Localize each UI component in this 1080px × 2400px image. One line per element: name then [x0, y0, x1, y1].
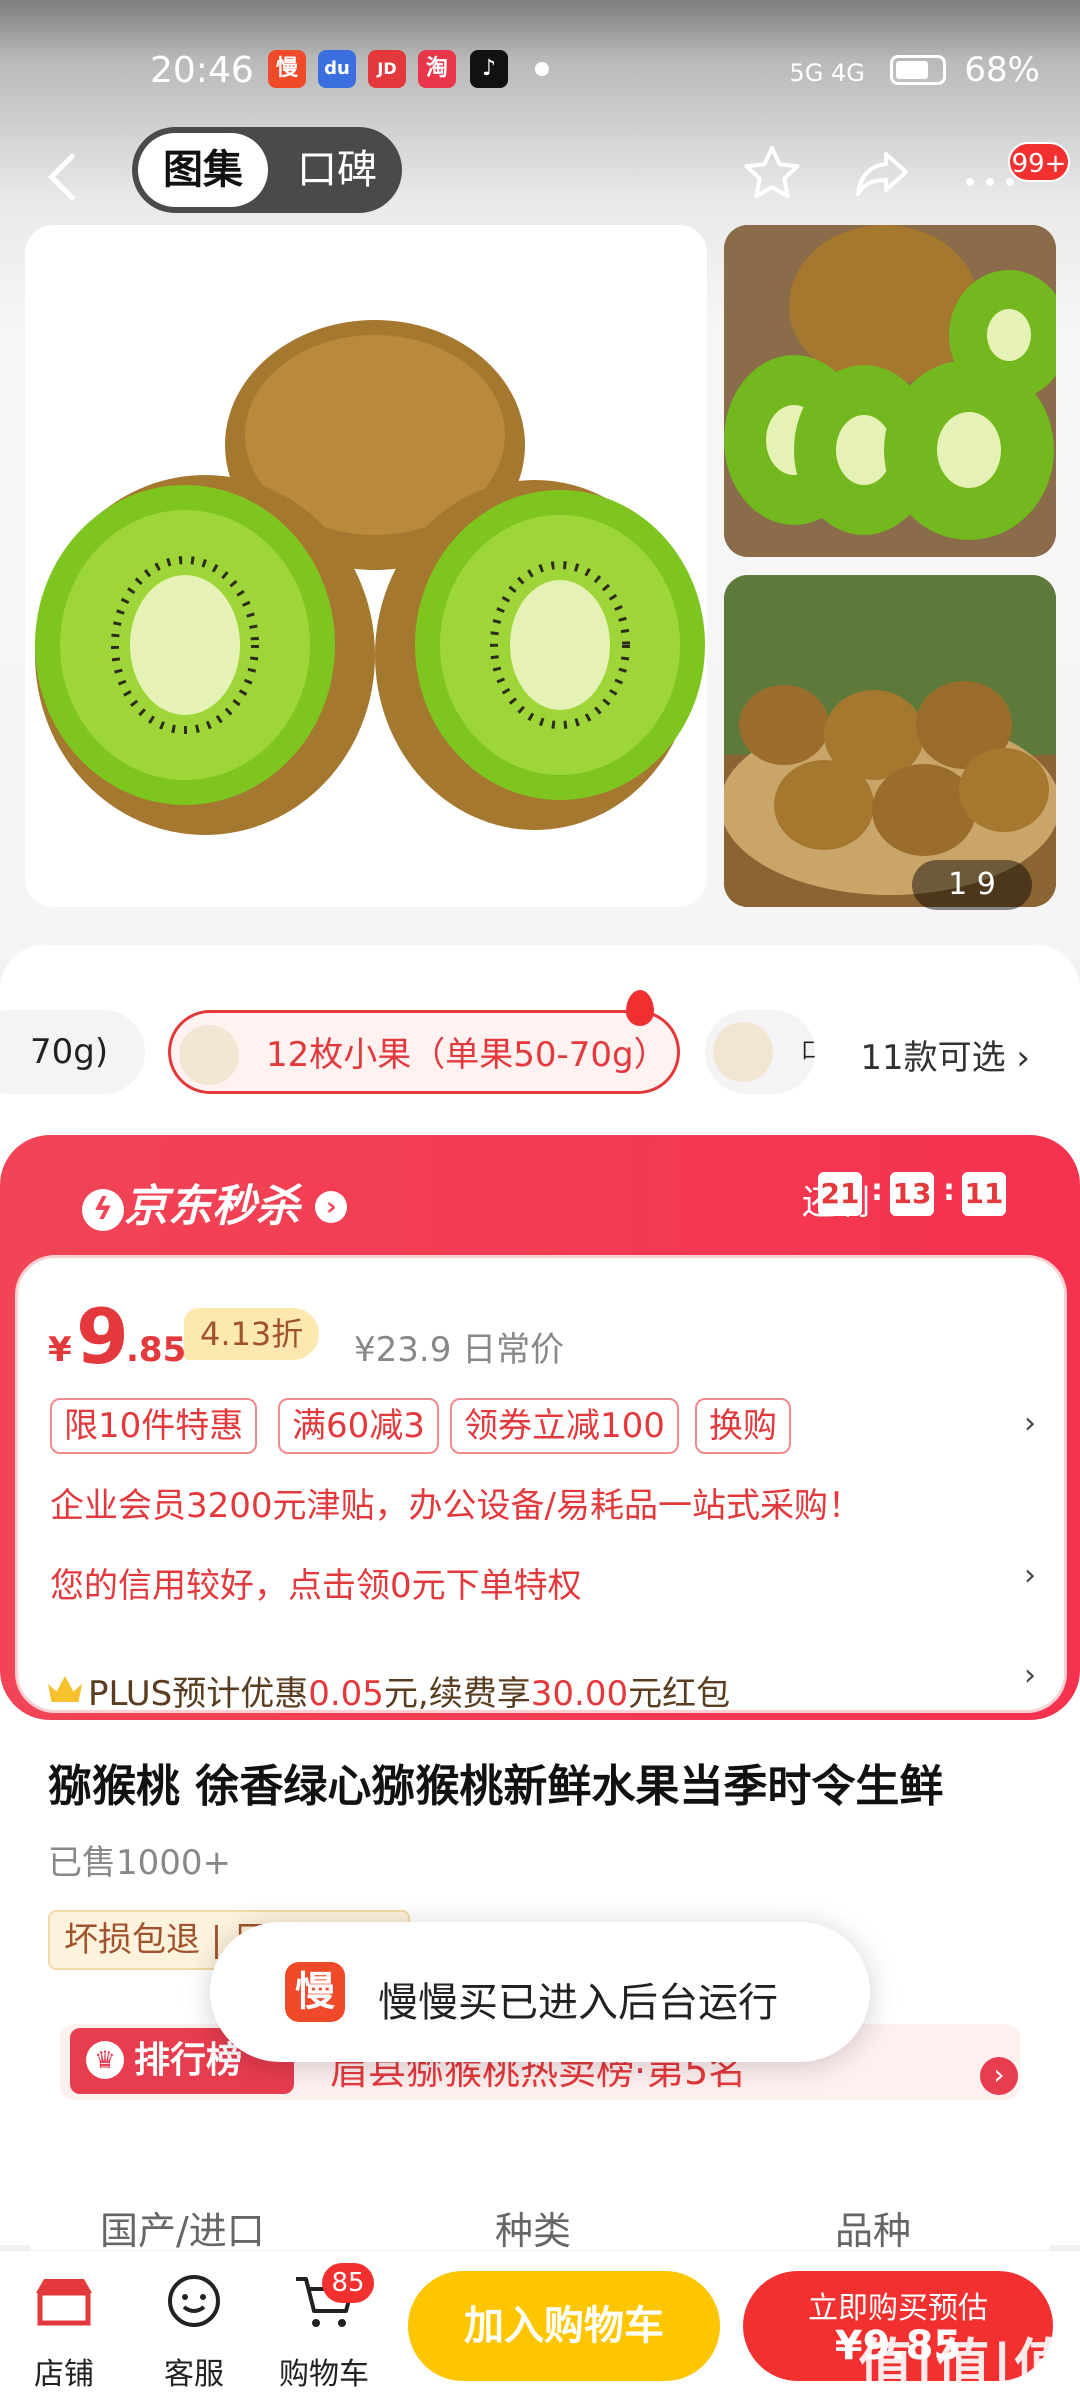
sold-count: 已售1000+ — [48, 1843, 232, 1883]
message-badge: 99+ — [1008, 142, 1070, 182]
variant-thumb-icon — [179, 1025, 239, 1085]
enterprise-promo[interactable]: 企业会员3200元津贴，办公设备/易耗品一站式采购！ — [50, 1478, 862, 1527]
countdown-seconds: 11 — [962, 1172, 1006, 1216]
chevron-right-circle-icon[interactable]: › — [980, 2057, 1018, 2095]
hot-fire-icon — [626, 990, 654, 1026]
add-to-cart-button[interactable]: 加入购物车 — [408, 2271, 720, 2381]
chevron-circle-icon: › — [315, 1191, 348, 1223]
discount-badge: 4.13折 — [184, 1308, 320, 1360]
credit-promo[interactable]: 您的信用较好，点击领0元下单特权 — [50, 1558, 582, 1607]
back-icon[interactable] — [47, 152, 97, 202]
chevron-right-icon[interactable]: › — [1024, 1558, 1036, 1593]
kiwi-halves-illustration — [35, 320, 705, 835]
thumbnail-image-2[interactable] — [724, 575, 1056, 907]
more-variants-link[interactable]: 11款可选 › — [860, 1030, 1030, 1079]
plus-gift: 30.00 — [530, 1674, 629, 1714]
status-right: 5G 4G 68% — [789, 50, 1040, 90]
favorite-star-icon[interactable] — [740, 142, 804, 206]
background-toast: 慢 慢慢买已进入后台运行 — [210, 1922, 870, 2062]
main-product-image[interactable] — [25, 225, 707, 907]
chat-smile-icon — [168, 2275, 220, 2327]
tab-reviews[interactable]: 口碑 — [282, 133, 392, 207]
original-price: ¥23.9 日常价 — [354, 1330, 565, 1370]
chevron-right-icon: › — [1016, 1038, 1030, 1078]
status-time: 20:46 — [150, 50, 254, 91]
variant-chip-selected[interactable]: 12枚小果（单果50-70g） — [168, 1010, 680, 1094]
variant-selector: 70g) 12枚小果（单果50-70g） 口 11款可选 › — [0, 990, 1080, 1100]
watermark-url: zhizhizhi.com — [949, 2380, 1058, 2399]
more-variants-label: 11款可选 — [860, 1038, 1006, 1078]
toast-message: 慢慢买已进入后台运行 — [378, 1980, 778, 2026]
plus-suffix: 元红包 — [628, 1674, 731, 1714]
promo-tag[interactable]: 领券立减100 — [450, 1398, 679, 1454]
top-bar: 图集 口碑 99+ — [0, 120, 1080, 220]
variant-chip-next[interactable]: 口 — [705, 1010, 815, 1094]
cart-count-badge: 85 — [322, 2263, 374, 2303]
shop-button[interactable]: 店铺 — [14, 2271, 114, 2393]
customer-service-button[interactable]: 客服 — [144, 2271, 244, 2393]
promo-tag[interactable]: 满60减3 — [278, 1398, 439, 1454]
countdown-minutes: 13 — [890, 1172, 934, 1216]
promo-tag[interactable]: 限10件特惠 — [50, 1398, 258, 1454]
price-card: ¥ 9 .85 4.13折 ¥23.9 日常价 限10件特惠 满60减3 领券立… — [15, 1255, 1067, 1715]
thumbnail-image-1[interactable] — [724, 225, 1056, 557]
countdown-colon: : — [871, 1173, 883, 1208]
plus-promo[interactable]: PLUS预计优惠0.05元,续费享30.00元红包 — [88, 1666, 730, 1715]
ranking-badge-label: 排行榜 — [134, 2040, 243, 2081]
taobao-app-icon: 淘 — [418, 50, 456, 88]
battery-percent: 68% — [964, 50, 1040, 90]
jd-app-icon: JD — [368, 50, 406, 88]
tab-gallery[interactable]: 图集 — [138, 133, 268, 207]
kiwi-slices-illustration — [724, 225, 1056, 557]
manmanmai-app-icon: 慢 — [268, 50, 306, 88]
variant-selected-label: 12枚小果（单果50-70g） — [266, 1035, 668, 1075]
plus-prefix: PLUS预计优惠 — [88, 1674, 309, 1714]
cart-label: 购物车 — [279, 2357, 369, 2392]
share-icon[interactable] — [850, 142, 914, 206]
status-bar: 20:46 慢 du JD 淘 ♪ 5G 4G 68% — [0, 40, 1080, 104]
baidu-app-icon: du — [318, 50, 356, 88]
attribute-label[interactable]: 国产/进口 — [100, 2200, 265, 2255]
countdown-hours: 21 — [818, 1172, 862, 1216]
service-label: 客服 — [164, 2357, 224, 2392]
product-title: 猕猴桃 徐香绿心猕猴桃新鲜水果当季时令生鲜 — [48, 1761, 944, 1812]
lightning-icon: ϟ — [82, 1189, 124, 1231]
battery-icon — [889, 55, 946, 85]
seckill-title[interactable]: ϟ 京东秒杀 › — [82, 1170, 348, 1234]
shop-icon — [36, 2279, 92, 2326]
price-decimal: .85 — [126, 1330, 187, 1370]
plus-amount: 0.05 — [308, 1674, 384, 1714]
gallery-page-indicator: 1 9 — [912, 860, 1032, 910]
trophy-icon: ♛ — [86, 2041, 124, 2079]
price-integer: 9 — [76, 1292, 129, 1381]
seckill-title-text: 京东秒杀 — [124, 1181, 300, 1232]
countdown-colon: : — [943, 1173, 955, 1208]
shop-label: 店铺 — [34, 2357, 94, 2392]
manmanmai-logo-icon: 慢 — [285, 1962, 345, 2022]
plus-mid: 元,续费享 — [383, 1674, 531, 1714]
attribute-label[interactable]: 种类 — [495, 2200, 571, 2255]
attribute-label[interactable]: 品种 — [835, 2200, 911, 2255]
chevron-right-icon[interactable]: › — [1024, 1406, 1036, 1441]
signal-icon: 5G 4G — [789, 59, 865, 87]
variant-thumb-icon — [713, 1022, 773, 1082]
tiktok-app-icon: ♪ — [470, 50, 508, 88]
notification-dot-icon — [535, 62, 549, 76]
promo-tag[interactable]: 换购 — [695, 1398, 791, 1454]
price-currency: ¥ — [48, 1330, 72, 1370]
plus-crown-icon — [48, 1676, 82, 1702]
gallery-review-switch: 图集 口碑 — [132, 127, 402, 213]
variant-chip-prev[interactable]: 70g) — [0, 1010, 145, 1094]
chevron-right-icon[interactable]: › — [1024, 1658, 1036, 1693]
kiwi-basket-illustration — [724, 575, 1056, 907]
